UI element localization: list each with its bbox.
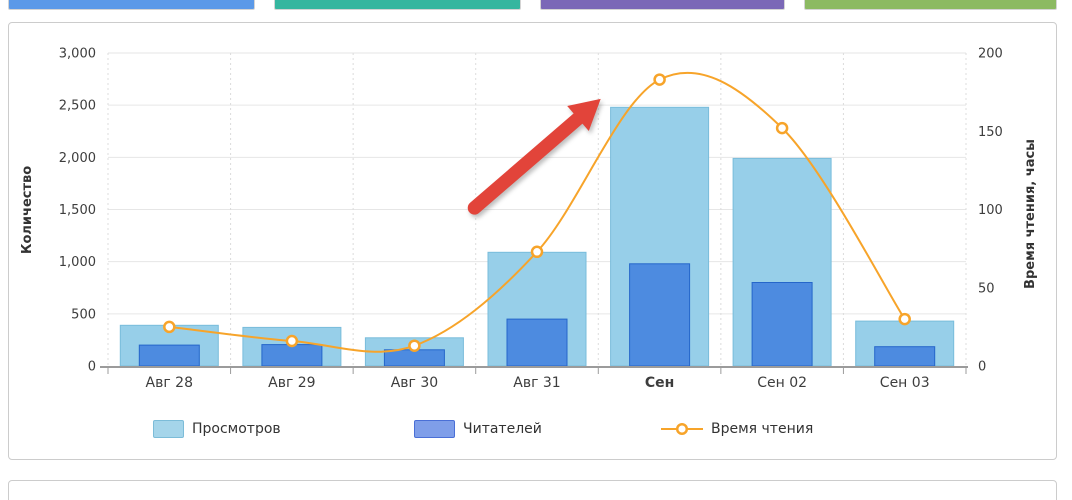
- svg-text:500: 500: [71, 307, 96, 322]
- bar[interactable]: [262, 345, 322, 366]
- svg-text:0: 0: [88, 360, 96, 375]
- views-swatch-icon: [153, 420, 184, 438]
- legend-label-readers: Читателей: [463, 421, 542, 437]
- line-point-marker[interactable]: [164, 322, 174, 332]
- svg-text:Авг 31: Авг 31: [513, 375, 560, 391]
- legend-item-reading-time[interactable]: Время чтения: [661, 419, 813, 439]
- left-axis-title: Количество: [20, 166, 35, 254]
- legend-label-views: Просмотров: [192, 421, 281, 437]
- legend-item-readers[interactable]: Читателей: [414, 419, 542, 439]
- line-marker-icon: [661, 422, 703, 436]
- chart-svg[interactable]: 3,0002,5002,0001,5001,000500020015010050…: [9, 23, 1056, 459]
- bar[interactable]: [384, 350, 444, 366]
- top-card-1[interactable]: [8, 0, 255, 10]
- top-card-2[interactable]: [274, 0, 521, 10]
- legend-label-reading-time: Время чтения: [711, 421, 813, 437]
- legend-item-views[interactable]: Просмотров: [153, 419, 281, 439]
- svg-text:0: 0: [978, 360, 986, 375]
- x-axis: [100, 367, 968, 374]
- line-point-marker[interactable]: [777, 123, 787, 133]
- svg-text:2,500: 2,500: [59, 99, 96, 114]
- bar[interactable]: [507, 319, 567, 366]
- svg-text:Авг 30: Авг 30: [391, 375, 438, 391]
- svg-text:50: 50: [978, 281, 995, 296]
- line-point-marker[interactable]: [409, 341, 419, 351]
- readers-swatch-icon: [414, 420, 455, 438]
- bar[interactable]: [752, 283, 812, 367]
- svg-text:Авг 29: Авг 29: [268, 375, 315, 391]
- line-point-marker[interactable]: [532, 247, 542, 257]
- top-card-4[interactable]: [804, 0, 1057, 10]
- red-arrow-annotation: [475, 99, 601, 208]
- bar[interactable]: [139, 345, 199, 366]
- bottom-panel: [8, 480, 1057, 500]
- right-axis-title: Время чтения, часы: [1023, 139, 1038, 289]
- svg-text:2,000: 2,000: [59, 151, 96, 166]
- line-point-marker[interactable]: [900, 314, 910, 324]
- line-point-marker[interactable]: [655, 75, 665, 85]
- svg-text:200: 200: [978, 47, 1003, 62]
- svg-text:Сен 03: Сен 03: [880, 375, 930, 391]
- svg-text:1,000: 1,000: [59, 255, 96, 270]
- svg-text:100: 100: [978, 203, 1003, 218]
- top-card-3[interactable]: [540, 0, 785, 10]
- bar[interactable]: [630, 264, 690, 366]
- screen: 3,0002,5002,0001,5001,000500020015010050…: [0, 0, 1072, 500]
- svg-text:Сен: Сен: [645, 375, 674, 391]
- x-category-labels: Авг 28 Авг 29 Авг 30 Авг 31 Сен Сен 02 Сен 03: [146, 375, 930, 391]
- bar[interactable]: [875, 347, 935, 366]
- svg-text:1,500: 1,500: [59, 203, 96, 218]
- svg-text:Сен 02: Сен 02: [757, 375, 807, 391]
- line-point-marker[interactable]: [287, 336, 297, 346]
- svg-text:Авг 28: Авг 28: [146, 375, 193, 391]
- svg-text:150: 150: [978, 125, 1003, 140]
- chart-panel: 3,0002,5002,0001,5001,000500020015010050…: [8, 22, 1057, 460]
- svg-text:3,000: 3,000: [59, 47, 96, 62]
